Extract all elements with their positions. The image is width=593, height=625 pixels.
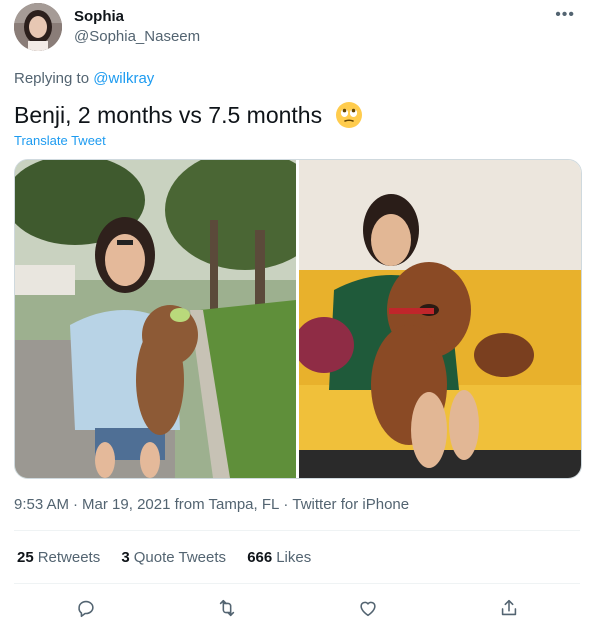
display-name[interactable]: Sophia <box>74 8 124 25</box>
divider <box>14 583 580 584</box>
timestamp-link[interactable]: 9:53 AM · Mar 19, 2021 <box>14 496 170 513</box>
action-bar <box>0 595 593 625</box>
tweet-source-link[interactable]: Twitter for iPhone <box>292 496 409 513</box>
media-grid <box>14 159 582 479</box>
replying-to-label: Replying to <box>14 70 94 87</box>
reply-mention-link[interactable]: @wilkray <box>93 70 154 87</box>
tweet-text-content: Benji, 2 months vs 7.5 months <box>14 102 323 128</box>
reply-icon[interactable] <box>75 597 97 619</box>
photo-dog-couch[interactable] <box>299 160 581 478</box>
replying-to: Replying to @wilkray <box>14 70 154 87</box>
like-icon[interactable] <box>357 597 379 619</box>
tweet-detail: Sophia @Sophia_Naseem ••• Replying to @w… <box>0 0 593 625</box>
retweets-count: 25 <box>17 549 34 566</box>
share-icon[interactable] <box>498 597 520 619</box>
more-options-icon[interactable]: ••• <box>555 7 575 23</box>
retweets-label: Retweets <box>37 549 101 566</box>
tweet-location: from Tampa, FL <box>174 496 280 513</box>
quote-tweets-count: 3 <box>121 549 130 566</box>
quote-tweets-stat[interactable]: 3 Quote Tweets <box>121 549 226 566</box>
likes-count: 666 <box>247 549 273 566</box>
tweet-date: Mar 19, 2021 <box>82 496 171 513</box>
likes-label: Likes <box>276 549 312 566</box>
likes-stat[interactable]: 666 Likes <box>247 549 311 566</box>
tweet-text: Benji, 2 months vs 7.5 months <box>14 100 363 130</box>
photo-puppy-outdoors[interactable] <box>15 160 296 478</box>
translate-tweet-link[interactable]: Translate Tweet <box>14 133 106 148</box>
user-handle[interactable]: @Sophia_Naseem <box>74 28 200 45</box>
retweet-icon[interactable] <box>216 597 238 619</box>
tweet-time: 9:53 AM <box>14 496 70 513</box>
tweet-metadata: 9:53 AM · Mar 19, 2021 from Tampa, FL · Twit… <box>14 496 410 513</box>
retweets-stat[interactable]: 25 Retweets <box>17 549 100 566</box>
divider <box>14 530 580 531</box>
engagement-stats: 25 Retweets 3 Quote Tweets 666 Likes <box>17 549 328 566</box>
avatar[interactable] <box>14 3 62 51</box>
face-with-rolling-eyes-emoji-icon <box>335 101 363 129</box>
quote-tweets-label: Quote Tweets <box>133 549 227 566</box>
